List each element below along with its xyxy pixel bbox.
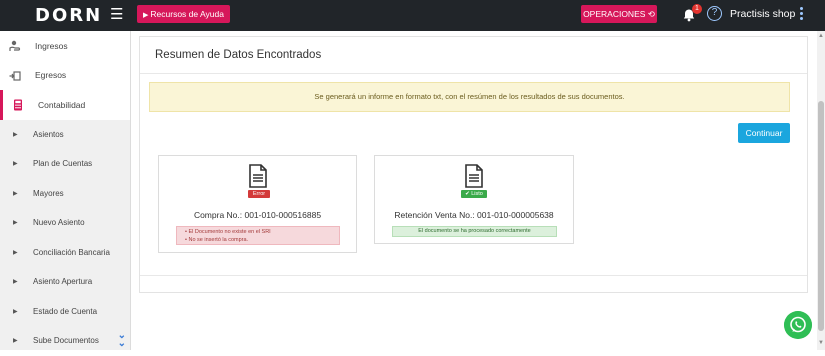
sidebar-subitem-label: Sube Documentos (33, 336, 99, 346)
chevron-right-icon: ▶ (13, 161, 18, 167)
sidebar-subitem-asiento-apertura[interactable]: ▶ Asiento Apertura (0, 267, 130, 297)
sidebar-subitem-label: Estado de Cuenta (33, 306, 98, 316)
sidebar-subitem-asientos[interactable]: ▶ Asientos (0, 120, 130, 150)
divider (140, 275, 807, 276)
operations-label: OPERACIONES (583, 9, 646, 19)
sidebar-subitem-label: Mayores (33, 188, 64, 198)
scrollbar-thumb[interactable] (818, 101, 824, 331)
sidebar-subitem-nuevo-asiento[interactable]: ▶ Nuevo Asiento (0, 208, 130, 238)
sidebar-subitem-sube-documentos[interactable]: ▶ Sube Documentos ⌄ ⌄ (0, 326, 130, 356)
document-icon (249, 164, 267, 188)
hamburger-menu-icon[interactable]: ☰ (110, 7, 124, 22)
sidebar-subitem-label: Plan de Cuentas (33, 159, 93, 169)
top-navbar: DORN ☰ ▶ Recursos de Ayuda OPERACIONES ⟲ … (0, 0, 825, 31)
success-badge: ✔ Listo (461, 190, 487, 198)
document-card-success: ✔ Listo Retención Venta No.: 001-010-000… (374, 155, 574, 244)
sidebar-subitem-label: Conciliación Bancaria (33, 247, 110, 257)
calculator-icon (14, 99, 22, 111)
error-message-box: • El Documento no existe en el SRI • No … (176, 226, 340, 245)
sidebar-top-items: Ingresos Egresos Contabilidad (0, 31, 130, 120)
dorn-logo[interactable]: DORN (35, 5, 102, 26)
info-alert: Se generará un informe en formato txt, c… (149, 82, 790, 112)
help-resources-label: Recursos de Ayuda (150, 9, 224, 19)
document-title: Retención Venta No.: 001-010-000005638 (394, 210, 554, 220)
money-out-icon (9, 70, 21, 81)
play-icon: ▶ (143, 12, 149, 19)
continue-button[interactable]: Continuar (738, 123, 790, 143)
error-message: • No se insertó la compra. (185, 236, 249, 243)
operations-button[interactable]: OPERACIONES ⟲ (581, 5, 657, 23)
sidebar-subitem-conciliacion-bancaria[interactable]: ▶ Conciliación Bancaria (0, 238, 130, 268)
scroll-up-arrow-icon[interactable]: ▲ (818, 33, 824, 39)
money-hand-icon (9, 40, 21, 51)
sidebar-subitem-label: Asiento Apertura (33, 277, 93, 287)
success-message: El documento se ha procesado correctamen… (392, 226, 557, 237)
scroll-down-arrow-icon[interactable]: ▼ (818, 340, 824, 346)
page-scrollbar[interactable]: ▲ ▼ (817, 31, 825, 350)
error-badge: Error (248, 190, 270, 198)
check-icon: ✔ (465, 191, 470, 197)
divider (140, 73, 807, 74)
document-title: Compra No.: 001-010-000516885 (193, 210, 322, 220)
notification-badge: 1 (692, 4, 702, 14)
document-card-error: Error Compra No.: 001-010-000516885 • El… (158, 155, 357, 253)
sidebar-item-egresos[interactable]: Egresos (0, 61, 130, 91)
sidebar-item-label: Ingresos (35, 40, 68, 51)
sidebar-subitem-label: Nuevo Asiento (33, 218, 85, 228)
error-message-text: El Documento no existe en el SRI (188, 229, 271, 235)
error-message: • El Documento no existe en el SRI (185, 229, 271, 235)
sidebar-subitem-plan-de-cuentas[interactable]: ▶ Plan de Cuentas (0, 149, 130, 179)
sidebar: Ingresos Egresos Contabilidad ▶ Asientos… (0, 31, 131, 350)
chevron-right-icon: ▶ (13, 220, 18, 226)
chevron-right-icon: ▶ (13, 131, 18, 138)
page-title: Resumen de Datos Encontrados (155, 49, 322, 61)
sidebar-item-ingresos[interactable]: Ingresos (0, 31, 130, 61)
chevron-right-icon: ▶ (13, 279, 18, 285)
sidebar-subitem-label: Asientos (33, 129, 64, 139)
sidebar-subitem-estado-de-cuenta[interactable]: ▶ Estado de Cuenta (0, 297, 130, 327)
refresh-icon: ⟲ (647, 9, 655, 19)
help-resources-button[interactable]: ▶ Recursos de Ayuda (137, 5, 230, 23)
results-panel: Resumen de Datos Encontrados Se generará… (139, 36, 808, 293)
help-question-icon[interactable]: ? (707, 6, 722, 21)
document-icon (465, 164, 483, 188)
success-badge-label: Listo (471, 191, 483, 197)
sidebar-item-label: Contabilidad (38, 99, 86, 110)
chevron-right-icon: ▶ (13, 308, 18, 315)
chevron-right-icon: ▶ (13, 249, 18, 256)
error-message-text: No se insertó la compra. (188, 236, 249, 243)
sidebar-subitem-mayores[interactable]: ▶ Mayores (0, 179, 130, 209)
chevron-right-icon: ▶ (13, 190, 18, 197)
sidebar-item-label: Egresos (35, 70, 67, 81)
whatsapp-icon[interactable] (784, 311, 812, 339)
chevron-right-icon: ▶ (13, 338, 18, 344)
double-chevron-down-icon[interactable]: ⌄ ⌄ (118, 331, 126, 349)
sidebar-item-contabilidad[interactable]: Contabilidad (0, 90, 130, 120)
kebab-menu-icon[interactable] (798, 7, 804, 23)
user-name[interactable]: Practisis shop (730, 8, 795, 20)
